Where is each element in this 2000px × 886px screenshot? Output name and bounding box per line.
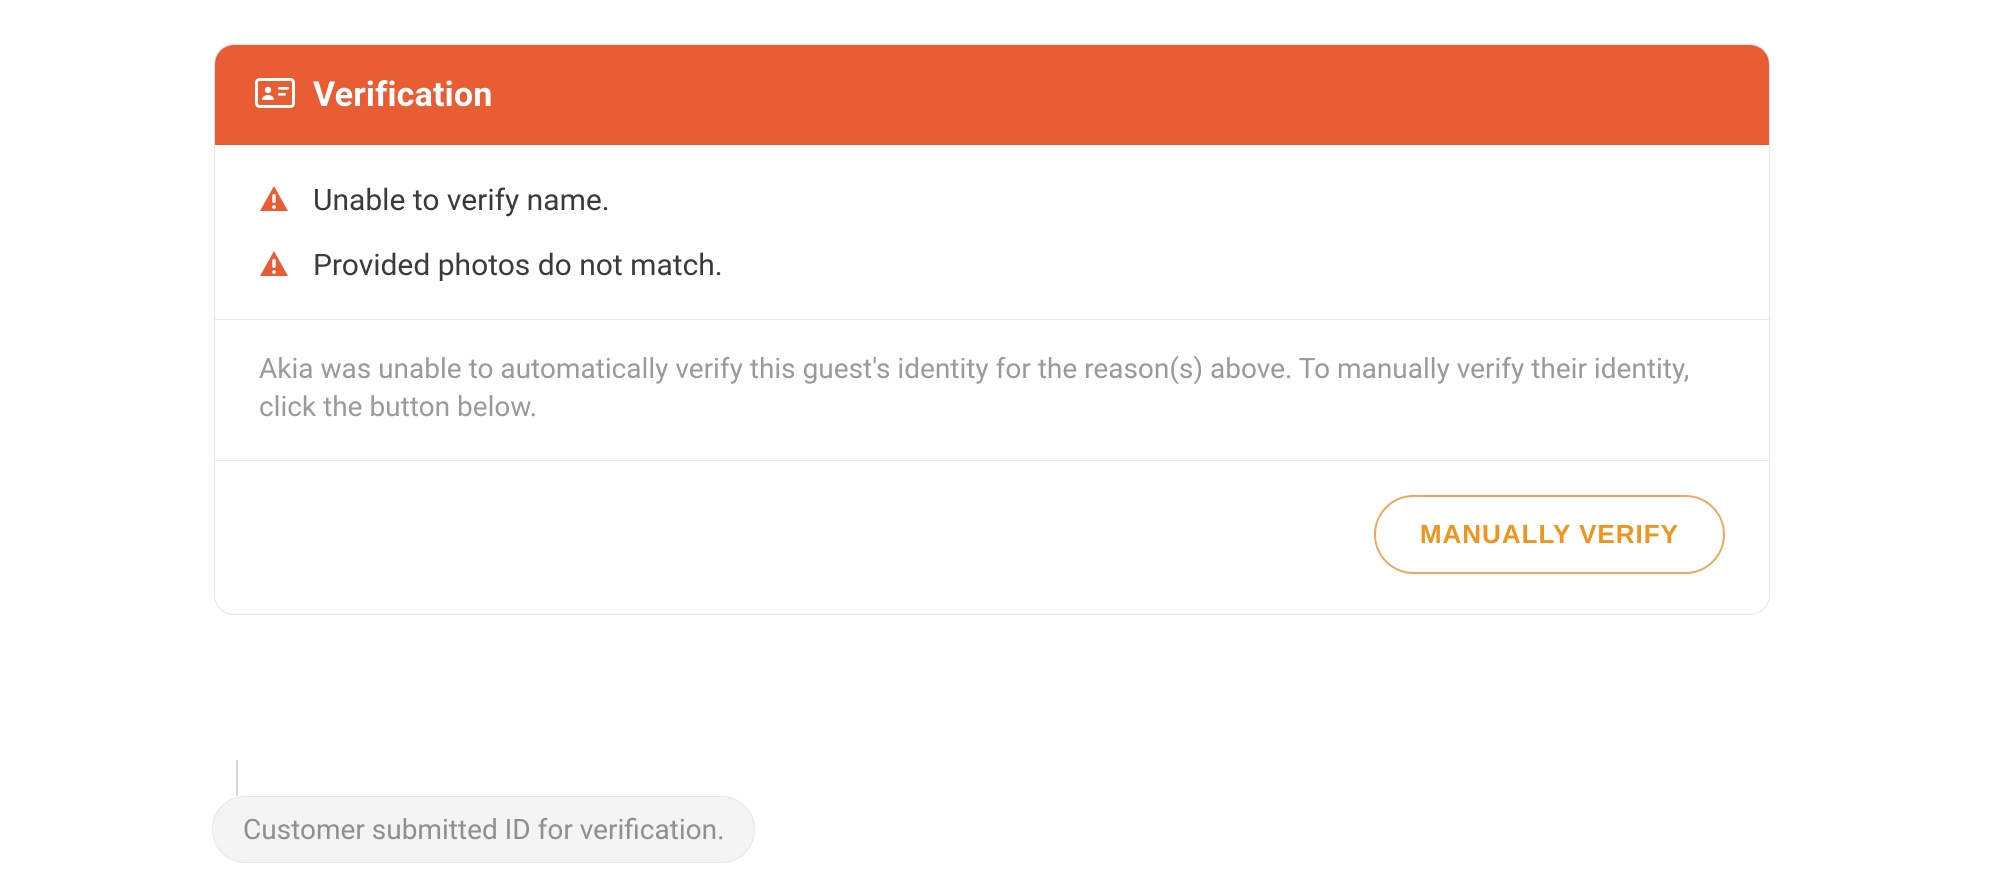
warning-icon xyxy=(259,185,289,217)
card-header: Verification xyxy=(215,45,1769,145)
card-actions: MANUALLY VERIFY xyxy=(215,461,1769,614)
card-title: Verification xyxy=(313,75,493,115)
warning-icon xyxy=(259,250,289,282)
verification-card: Verification Unable to verify name. xyxy=(214,44,1770,615)
timeline-connector xyxy=(236,760,238,796)
explanation-text: Akia was unable to automatically verify … xyxy=(215,320,1769,460)
id-card-icon xyxy=(255,78,295,112)
status-chip: Customer submitted ID for verification. xyxy=(212,796,755,863)
warning-row: Provided photos do not match. xyxy=(259,248,1725,283)
warning-text: Provided photos do not match. xyxy=(313,248,723,283)
card-warnings: Unable to verify name. Provided photos d… xyxy=(215,145,1769,319)
warning-row: Unable to verify name. xyxy=(259,183,1725,218)
warning-text: Unable to verify name. xyxy=(313,183,610,218)
manually-verify-button[interactable]: MANUALLY VERIFY xyxy=(1374,495,1725,574)
